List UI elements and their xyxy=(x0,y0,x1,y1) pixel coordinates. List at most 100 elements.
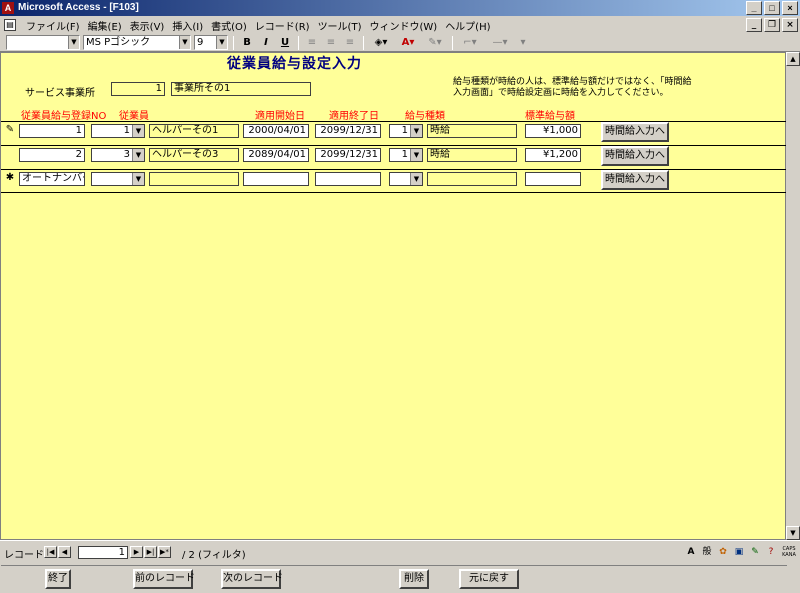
scroll-up-icon[interactable]: ▲ xyxy=(786,52,800,66)
doc-close-button[interactable]: × xyxy=(782,18,798,32)
reg-no-field[interactable]: オートナンバー xyxy=(19,172,85,186)
window-title: Microsoft Access - [F103] xyxy=(18,2,139,13)
employee-name-field[interactable]: ヘルパーその3 xyxy=(149,148,239,162)
menu-window[interactable]: ウィンドウ(W) xyxy=(365,18,441,33)
pay-type-dropdown[interactable]: ▼ xyxy=(389,172,423,186)
hourly-pay-button[interactable]: 時間給入力へ xyxy=(601,146,669,166)
toolbar-options-icon[interactable]: ▾ xyxy=(518,35,528,50)
maximize-button[interactable]: □ xyxy=(764,1,780,15)
pay-type-dropdown[interactable]: 1 ▼ xyxy=(389,148,423,162)
last-record-icon[interactable]: ▶| xyxy=(144,546,157,558)
vertical-scrollbar[interactable]: ▲ ▼ xyxy=(786,52,800,540)
border-style-icon[interactable]: ⌐▾ xyxy=(458,35,482,50)
next-record-icon[interactable]: ▶ xyxy=(130,546,143,558)
edit-pencil-icon: ✎ xyxy=(5,124,15,135)
font-color-icon[interactable]: A▾ xyxy=(396,35,420,50)
form-footer: 終了 前のレコード 次のレコード 削除 元に戻す xyxy=(1,565,787,593)
delete-button[interactable]: 削除 xyxy=(399,569,429,589)
new-record-icon[interactable]: ▶* xyxy=(158,546,171,558)
ime-help-icon[interactable]: ? xyxy=(764,545,778,559)
ime-tool-icon[interactable]: ✿ xyxy=(716,545,730,559)
ime-mode-icon[interactable]: A xyxy=(684,545,698,559)
pay-type-name-field[interactable]: 時給 xyxy=(427,124,517,138)
row-divider xyxy=(1,192,787,193)
doc-minimize-button[interactable]: _ xyxy=(746,18,762,32)
ime-dictionary-icon[interactable]: ✎ xyxy=(748,545,762,559)
separator xyxy=(363,35,364,50)
fill-color-icon[interactable]: ◈▾ xyxy=(369,35,393,50)
employee-dropdown[interactable]: ▼ xyxy=(91,172,145,186)
chevron-down-icon[interactable]: ▼ xyxy=(132,125,144,137)
header-end-date: 適用終了日 xyxy=(329,111,379,122)
service-code-field[interactable]: 1 xyxy=(111,82,165,96)
separator xyxy=(233,35,234,50)
header-std-pay: 標準給与額 xyxy=(525,111,575,122)
first-record-icon[interactable]: |◀ xyxy=(44,546,57,558)
end-date-field[interactable]: 2099/12/31 xyxy=(315,148,381,162)
window-title-bar: A Microsoft Access - [F103] _ □ × xyxy=(0,0,800,16)
record-label: レコード: xyxy=(4,550,48,561)
menu-edit[interactable]: 編集(E) xyxy=(84,18,126,33)
menu-format[interactable]: 書式(O) xyxy=(207,18,251,33)
current-record-field[interactable]: 1 xyxy=(78,546,128,559)
align-center-icon[interactable]: ≡ xyxy=(323,35,339,50)
doc-restore-button[interactable]: ❐ xyxy=(764,18,780,32)
ime-tray: A 般 ✿ ▣ ✎ ? CAPS KANA xyxy=(684,541,800,563)
close-button[interactable]: × xyxy=(782,1,798,15)
font-name-combo[interactable]: MS Pゴシック ▼ xyxy=(83,35,191,50)
form-icon[interactable]: ▤ xyxy=(4,19,16,31)
start-date-field[interactable] xyxy=(243,172,309,186)
std-pay-field[interactable] xyxy=(525,172,581,186)
chevron-down-icon[interactable]: ▼ xyxy=(410,173,422,185)
align-left-icon[interactable]: ≡ xyxy=(304,35,320,50)
chevron-down-icon[interactable]: ▼ xyxy=(132,149,144,161)
pay-type-name-field[interactable]: 時給 xyxy=(427,148,517,162)
line-color-icon[interactable]: ✎▾ xyxy=(423,35,447,50)
service-name-field[interactable]: 事業所その1 xyxy=(171,82,311,96)
chevron-down-icon[interactable]: ▼ xyxy=(410,149,422,161)
hourly-pay-button[interactable]: 時間給入力へ xyxy=(601,122,669,142)
minimize-button[interactable]: _ xyxy=(746,1,762,15)
employee-name-field[interactable]: ヘルパーその1 xyxy=(149,124,239,138)
menu-help[interactable]: ヘルプ(H) xyxy=(441,18,494,33)
new-record-asterisk-icon: ✱ xyxy=(5,172,15,183)
employee-name-field[interactable] xyxy=(149,172,239,186)
next-record-button[interactable]: 次のレコード xyxy=(221,569,283,589)
menu-view[interactable]: 表示(V) xyxy=(126,18,169,33)
prev-record-button[interactable]: 前のレコード xyxy=(133,569,195,589)
menu-tools[interactable]: ツール(T) xyxy=(314,18,366,33)
end-date-field[interactable] xyxy=(315,172,381,186)
ime-mode-label[interactable]: 般 xyxy=(700,545,714,559)
pay-type-dropdown[interactable]: 1 ▼ xyxy=(389,124,423,138)
start-date-field[interactable]: 2000/04/01 xyxy=(243,124,309,138)
exit-button[interactable]: 終了 xyxy=(45,569,71,589)
std-pay-field[interactable]: ¥1,200 xyxy=(525,148,581,162)
object-combo[interactable]: ▼ xyxy=(6,35,80,50)
chevron-down-icon[interactable]: ▼ xyxy=(132,173,144,185)
undo-button[interactable]: 元に戻す xyxy=(459,569,519,589)
chevron-down-icon[interactable]: ▼ xyxy=(410,125,422,137)
italic-button[interactable]: I xyxy=(258,35,274,50)
record-navigation-bar: レコード: |◀ ◀ 1 ▶ ▶| ▶* / 2 (フィルタ) A 般 ✿ ▣ … xyxy=(0,540,800,562)
start-date-field[interactable]: 2089/04/01 xyxy=(243,148,309,162)
menu-insert[interactable]: 挿入(I) xyxy=(168,18,207,33)
employee-dropdown[interactable]: 3 ▼ xyxy=(91,148,145,162)
menu-file[interactable]: ファイル(F) xyxy=(22,18,84,33)
pay-type-name-field[interactable] xyxy=(427,172,517,186)
bold-button[interactable]: B xyxy=(239,35,255,50)
align-right-icon[interactable]: ≡ xyxy=(342,35,358,50)
line-width-icon[interactable]: —▾ xyxy=(485,35,515,50)
reg-no-field[interactable]: 1 xyxy=(19,124,85,138)
reg-no-field[interactable]: 2 xyxy=(19,148,85,162)
end-date-field[interactable]: 2099/12/31 xyxy=(315,124,381,138)
ime-pad-icon[interactable]: ▣ xyxy=(732,545,746,559)
instruction-note: 給与種類が時給の人は、標準給与額だけではなく、「時間給入力画面」で時給設定画に時… xyxy=(453,77,692,98)
hourly-pay-button[interactable]: 時間給入力へ xyxy=(601,170,669,190)
employee-dropdown[interactable]: 1 ▼ xyxy=(91,124,145,138)
underline-button[interactable]: U xyxy=(277,35,293,50)
std-pay-field[interactable]: ¥1,000 xyxy=(525,124,581,138)
scroll-down-icon[interactable]: ▼ xyxy=(786,526,800,540)
menu-records[interactable]: レコード(R) xyxy=(251,18,314,33)
font-size-combo[interactable]: 9 ▼ xyxy=(194,35,228,50)
prev-record-icon[interactable]: ◀ xyxy=(58,546,71,558)
